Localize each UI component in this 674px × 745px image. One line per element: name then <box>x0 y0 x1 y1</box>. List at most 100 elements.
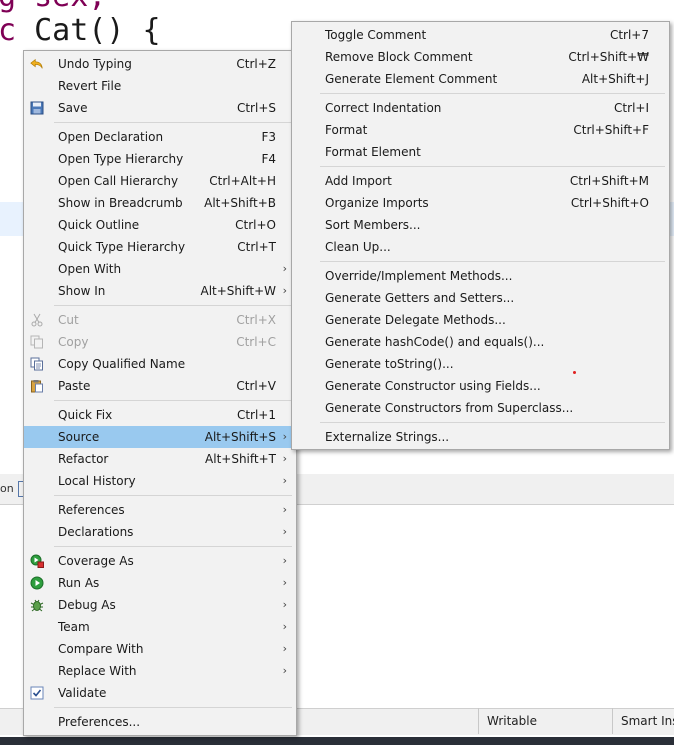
menu-item-shortcut: Ctrl+7 <box>609 28 649 42</box>
menu-item-source[interactable]: Source Alt+Shift+S › <box>24 426 296 448</box>
menu-item-label: References <box>58 503 125 517</box>
menu-item-open-declaration[interactable]: Open Declaration F3 <box>24 126 296 148</box>
submenu-arrow-icon: › <box>282 262 287 275</box>
menu-item-label: Refactor <box>58 452 109 466</box>
menu-item-save[interactable]: Save Ctrl+S <box>24 97 296 119</box>
menu-item-quick-outline[interactable]: Quick Outline Ctrl+O <box>24 214 296 236</box>
menu-item-label: Sort Members... <box>325 218 421 232</box>
paste-icon <box>30 379 44 393</box>
copy-icon <box>30 335 44 349</box>
submenu-item-sort-members[interactable]: Sort Members... <box>292 214 669 236</box>
submenu-item-externalize-strings[interactable]: Externalize Strings... <box>292 426 669 448</box>
menu-item-shortcut: Ctrl+O <box>235 218 276 232</box>
status-writable: Writable <box>478 708 615 734</box>
checkbox-checked-icon <box>30 686 44 700</box>
submenu-item-generate-hashcode-equals[interactable]: Generate hashCode() and equals()... <box>292 331 669 353</box>
menu-item-run-as[interactable]: Run As › <box>24 572 296 594</box>
menu-item-coverage-as[interactable]: Coverage As › <box>24 550 296 572</box>
menu-item-validate[interactable]: Validate <box>24 682 296 704</box>
menu-separator <box>24 492 296 499</box>
menu-item-label: Local History <box>58 474 136 488</box>
submenu-item-generate-constructor-fields[interactable]: Generate Constructor using Fields... <box>292 375 669 397</box>
menu-item-show-in-breadcrumb[interactable]: Show in Breadcrumb Alt+Shift+B <box>24 192 296 214</box>
coverage-icon <box>30 554 44 568</box>
menu-item-label: Generate Constructor using Fields... <box>325 379 541 393</box>
menu-item-label: Validate <box>58 686 107 700</box>
submenu-item-generate-tostring[interactable]: Generate toString()... <box>292 353 669 375</box>
menu-item-label: Source <box>58 430 100 444</box>
menu-item-shortcut: Ctrl+Z <box>236 57 276 71</box>
submenu-item-generate-element-comment[interactable]: Generate Element Comment Alt+Shift+J <box>292 68 669 90</box>
menu-item-label: Quick Type Hierarchy <box>58 240 186 254</box>
menu-item-declarations[interactable]: Declarations › <box>24 521 296 543</box>
submenu-item-format[interactable]: Format Ctrl+Shift+F <box>292 119 669 141</box>
submenu-arrow-icon: › <box>282 503 287 516</box>
menu-item-label: Generate Delegate Methods... <box>325 313 506 327</box>
menu-item-label: Open Type Hierarchy <box>58 152 184 166</box>
menu-item-team[interactable]: Team › <box>24 616 296 638</box>
code-keyword: c <box>0 13 17 48</box>
menu-item-local-history[interactable]: Local History › <box>24 470 296 492</box>
submenu-arrow-icon: › <box>282 664 287 677</box>
menu-item-quick-fix[interactable]: Quick Fix Ctrl+1 <box>24 404 296 426</box>
menu-item-show-in[interactable]: Show In Alt+Shift+W › <box>24 280 296 302</box>
menu-item-compare-with[interactable]: Compare With › <box>24 638 296 660</box>
menu-item-label: Toggle Comment <box>325 28 427 42</box>
menu-item-label: Externalize Strings... <box>325 430 450 444</box>
menu-item-refactor[interactable]: Refactor Alt+Shift+T › <box>24 448 296 470</box>
submenu-item-generate-constructors-superclass[interactable]: Generate Constructors from Superclass... <box>292 397 669 419</box>
submenu-item-override-implement[interactable]: Override/Implement Methods... <box>292 265 669 287</box>
menu-item-label: Cut <box>58 313 79 327</box>
menu-item-shortcut: Ctrl+V <box>236 379 276 393</box>
submenu-item-generate-getters-setters[interactable]: Generate Getters and Setters... <box>292 287 669 309</box>
menu-item-preferences[interactable]: Preferences... <box>24 711 296 733</box>
debug-icon <box>30 598 44 612</box>
menu-item-shortcut: Ctrl+Alt+H <box>209 174 276 188</box>
submenu-arrow-icon: › <box>282 620 287 633</box>
menu-separator <box>292 163 669 170</box>
submenu-item-correct-indentation[interactable]: Correct Indentation Ctrl+I <box>292 97 669 119</box>
cut-icon <box>30 313 44 327</box>
menu-item-replace-with[interactable]: Replace With › <box>24 660 296 682</box>
menu-item-undo-typing[interactable]: Undo Typing Ctrl+Z <box>24 53 296 75</box>
menu-item-label: Generate Constructors from Superclass... <box>325 401 574 415</box>
submenu-item-organize-imports[interactable]: Organize Imports Ctrl+Shift+O <box>292 192 669 214</box>
menu-item-label: Generate Element Comment <box>325 72 498 86</box>
menu-item-label: Save <box>58 101 88 115</box>
menu-separator <box>24 119 296 126</box>
menu-item-shortcut: Ctrl+C <box>236 335 276 349</box>
submenu-arrow-icon: › <box>282 642 287 655</box>
submenu-item-generate-delegate-methods[interactable]: Generate Delegate Methods... <box>292 309 669 331</box>
menu-separator <box>24 543 296 550</box>
menu-item-open-with[interactable]: Open With › <box>24 258 296 280</box>
menu-item-copy[interactable]: Copy Ctrl+C <box>24 331 296 353</box>
submenu-item-add-import[interactable]: Add Import Ctrl+Shift+M <box>292 170 669 192</box>
menu-item-references[interactable]: References › <box>24 499 296 521</box>
menu-item-paste[interactable]: Paste Ctrl+V <box>24 375 296 397</box>
menu-separator <box>292 90 669 97</box>
menu-item-shortcut: Alt+Shift+W <box>200 284 277 298</box>
menu-item-quick-type-hierarchy[interactable]: Quick Type Hierarchy Ctrl+T <box>24 236 296 258</box>
menu-item-label: Replace With <box>58 664 137 678</box>
menu-item-shortcut: Alt+Shift+J <box>581 72 649 86</box>
menu-item-debug-as[interactable]: Debug As › <box>24 594 296 616</box>
submenu-item-format-element[interactable]: Format Element <box>292 141 669 163</box>
menu-item-revert-file[interactable]: Revert File <box>24 75 296 97</box>
menu-item-cut[interactable]: Cut Ctrl+X <box>24 309 296 331</box>
submenu-item-clean-up[interactable]: Clean Up... <box>292 236 669 258</box>
submenu-arrow-icon: › <box>282 554 287 567</box>
menu-item-shortcut: Ctrl+X <box>236 313 276 327</box>
menu-item-shortcut: Ctrl+T <box>237 240 276 254</box>
panel-tab-label[interactable]: on <box>0 482 14 495</box>
menu-item-label: Correct Indentation <box>325 101 442 115</box>
menu-item-label: Show in Breadcrumb <box>58 196 183 210</box>
menu-item-label: Open Call Hierarchy <box>58 174 179 188</box>
menu-item-copy-qualified-name[interactable]: Copy Qualified Name <box>24 353 296 375</box>
menu-item-label: Override/Implement Methods... <box>325 269 513 283</box>
menu-item-shortcut: Ctrl+I <box>614 101 649 115</box>
submenu-item-toggle-comment[interactable]: Toggle Comment Ctrl+7 <box>292 24 669 46</box>
menu-item-open-call-hierarchy[interactable]: Open Call Hierarchy Ctrl+Alt+H <box>24 170 296 192</box>
submenu-item-remove-block-comment[interactable]: Remove Block Comment Ctrl+Shift+₩ <box>292 46 669 68</box>
code-text: g sex; <box>0 0 106 14</box>
menu-item-open-type-hierarchy[interactable]: Open Type Hierarchy F4 <box>24 148 296 170</box>
